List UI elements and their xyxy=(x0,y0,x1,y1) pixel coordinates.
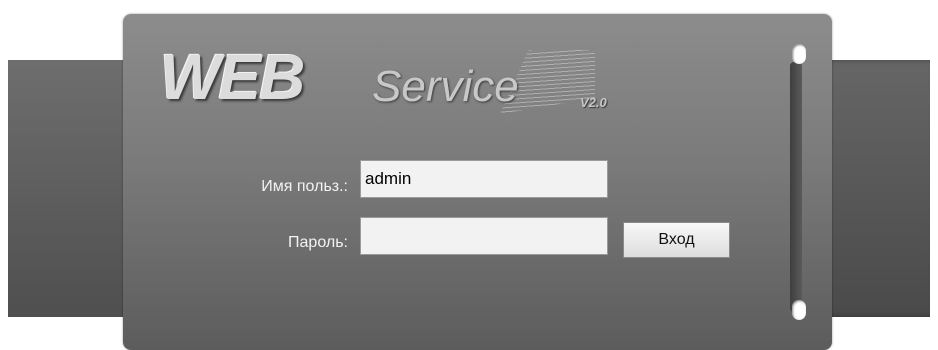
logo-web-text: WEB xyxy=(160,41,305,113)
panel-hole-top xyxy=(792,44,806,64)
logo-version-text: V2.0 xyxy=(580,95,607,110)
password-label: Пароль: xyxy=(288,234,348,251)
logo-service-text: Service xyxy=(372,62,519,111)
username-input[interactable] xyxy=(360,160,608,198)
panel-hole-bottom xyxy=(792,300,806,320)
web-service-logo: WEB Service V2.0 xyxy=(160,40,640,130)
username-label: Имя польз.: xyxy=(261,178,348,195)
password-input[interactable] xyxy=(360,217,608,255)
login-button[interactable]: Вход xyxy=(623,222,730,258)
left-strap xyxy=(8,60,132,317)
strap-edge xyxy=(790,62,802,312)
